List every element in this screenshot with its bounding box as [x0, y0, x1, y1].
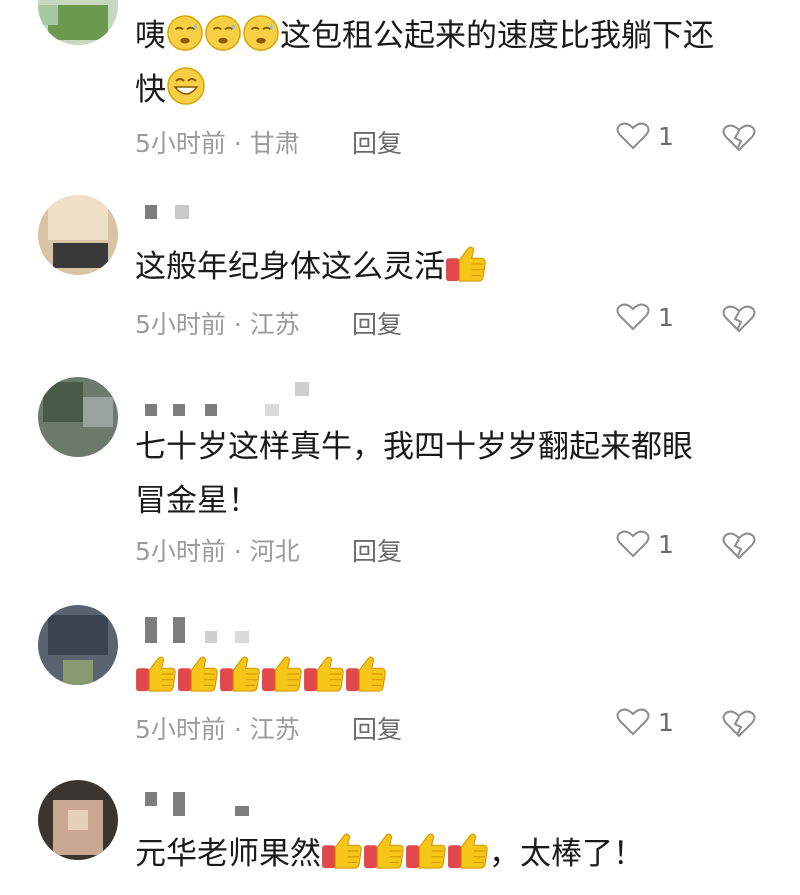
like-button[interactable]: 1 [616, 121, 674, 151]
comment-text: 七十岁这样真牛，我四十岁岁翻起来都眼 冒金星！ [135, 429, 693, 519]
sweat-smile-emoji [242, 14, 280, 52]
like-button[interactable]: 1 [616, 529, 674, 559]
like-count: 1 [658, 302, 674, 332]
reply-button[interactable]: 回复 [352, 532, 402, 568]
comment-text: 元华老师果然 ，太棒了！ [135, 827, 775, 881]
like-count: 1 [658, 121, 674, 151]
comment-text [135, 650, 775, 704]
like-button[interactable]: 1 [616, 302, 674, 332]
avatar[interactable] [38, 0, 118, 45]
sweat-smile-emoji [204, 14, 242, 52]
like-count: 1 [658, 529, 674, 559]
avatar[interactable] [38, 195, 118, 275]
reply-button[interactable]: 回复 [352, 710, 402, 746]
thumbs-up-emoji [405, 832, 447, 870]
comment-timestamp-location: 5小时前 · 江苏 [135, 715, 300, 744]
reply-button[interactable]: 回复 [352, 124, 402, 160]
thumbs-up-emoji [219, 655, 261, 693]
comment-timestamp-location: 5小时前 · 河北 [135, 537, 300, 566]
comment-text: 咦这包租公起来的速度比我躺下还快 [135, 9, 775, 117]
broken-heart-icon[interactable] [722, 304, 756, 334]
heart-outline-icon [616, 529, 650, 559]
thumbs-up-emoji [363, 832, 405, 870]
avatar[interactable] [38, 377, 118, 457]
like-count: 1 [658, 707, 674, 737]
thumbs-up-emoji [261, 655, 303, 693]
thumbs-up-emoji [445, 245, 487, 283]
grin-emoji [166, 66, 206, 106]
comment-timestamp-location: 5小时前 · 甘肃 [135, 129, 300, 158]
broken-heart-icon[interactable] [722, 709, 756, 739]
reply-button[interactable]: 回复 [352, 305, 402, 341]
broken-heart-icon[interactable] [722, 531, 756, 561]
avatar[interactable] [38, 605, 118, 685]
comment-timestamp-location: 5小时前 · 江苏 [135, 310, 300, 339]
thumbs-up-emoji [177, 655, 219, 693]
like-button[interactable]: 1 [616, 707, 674, 737]
thumbs-up-emoji [345, 655, 387, 693]
thumbs-up-emoji [321, 832, 363, 870]
thumbs-up-emoji [303, 655, 345, 693]
avatar[interactable] [38, 780, 118, 860]
heart-outline-icon [616, 121, 650, 151]
comment-text: 这般年纪身体这么灵活 [135, 240, 775, 294]
heart-outline-icon [616, 707, 650, 737]
thumbs-up-emoji [135, 655, 177, 693]
thumbs-up-emoji [447, 832, 489, 870]
broken-heart-icon[interactable] [722, 123, 756, 153]
heart-outline-icon [616, 302, 650, 332]
sweat-smile-emoji [166, 14, 204, 52]
